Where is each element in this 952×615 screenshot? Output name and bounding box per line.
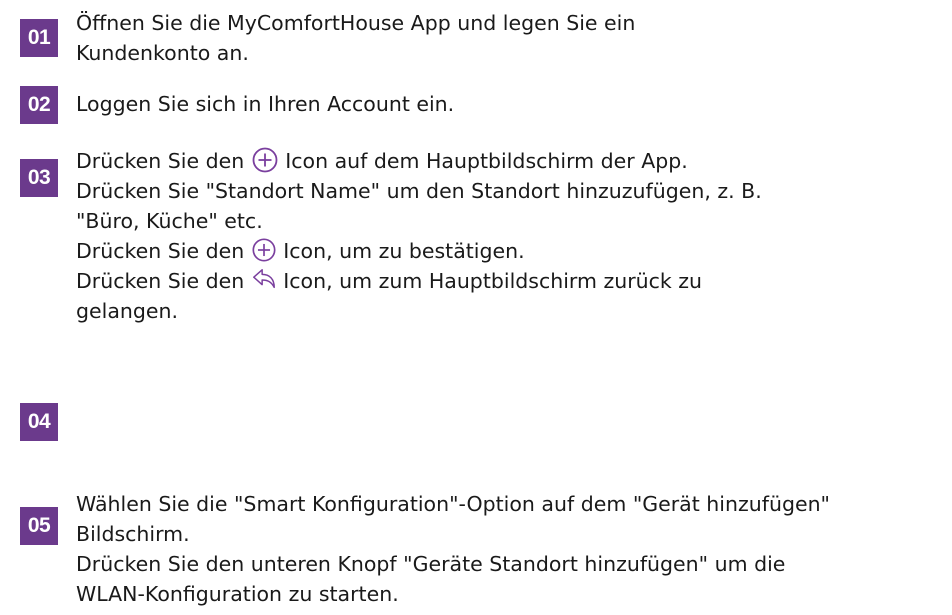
step-line-part: Icon auf dem Hauptbildschirm der App.: [278, 149, 688, 173]
step-text: Drücken Sie den Icon auf dem Hauptbildsc…: [76, 146, 948, 326]
step-text: Öffnen Sie die MyComfortHouse App und le…: [76, 8, 948, 68]
plus-circle-icon: [251, 146, 279, 174]
step-number-badge: 05: [20, 507, 58, 545]
step-text: Wählen Sie die "Smart Konfiguration"-Opt…: [76, 489, 948, 609]
step-line: Drücken Sie den Icon, um zu bestätigen.: [76, 236, 948, 266]
step-line-part: Icon, um zu bestätigen.: [276, 239, 525, 263]
step-line: "Büro, Küche" etc.: [76, 209, 263, 233]
plus-circle-icon: [251, 237, 277, 263]
step-line: Loggen Sie sich in Ihren Account ein.: [76, 92, 455, 116]
back-arrow-icon: [251, 267, 277, 293]
step-line: WLAN-Konfiguration zu starten.: [76, 582, 399, 606]
step-line: Drücken Sie den unteren Knopf "Geräte St…: [76, 552, 786, 576]
step-line-part: Drücken Sie den: [76, 269, 251, 293]
step-line: Kundenkonto an.: [76, 41, 249, 65]
step-line: Drücken Sie den Icon, um zum Hauptbildsc…: [76, 266, 948, 296]
step-line-part: Drücken Sie den: [76, 149, 251, 173]
step-line-part: Drücken Sie den: [76, 239, 251, 263]
step-line: gelangen.: [76, 299, 179, 323]
step-line-part: Icon, um zum Hauptbildschirm zurück zu: [276, 269, 703, 293]
step-number-badge: 03: [20, 159, 58, 197]
step-number-badge: 04: [20, 403, 58, 441]
step-number-badge: 01: [20, 19, 58, 57]
step-line: Wählen Sie die "Smart Konfiguration"-Opt…: [76, 492, 830, 516]
step-number-badge: 02: [20, 86, 58, 124]
step-line: Öffnen Sie die MyComfortHouse App und le…: [76, 11, 636, 35]
step-line: Bildschirm.: [76, 522, 190, 546]
step-text: Loggen Sie sich in Ihren Account ein.: [76, 89, 948, 119]
step-line: Drücken Sie "Standort Name" um den Stand…: [76, 179, 762, 203]
step-line: Drücken Sie den Icon auf dem Hauptbildsc…: [76, 146, 948, 176]
